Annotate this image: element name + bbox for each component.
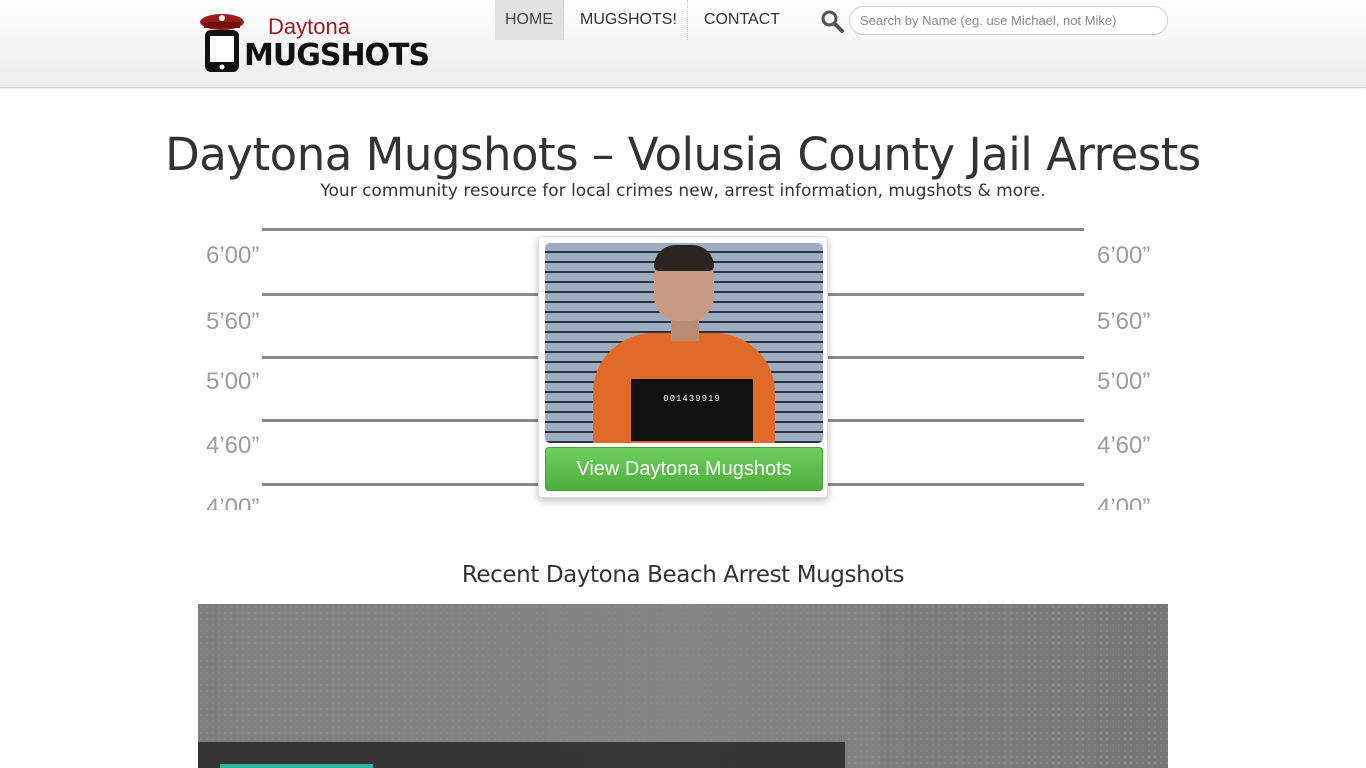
height-label: 5’00” [1097,368,1151,395]
site-logo[interactable]: Daytona MUGSHOTS [198,8,430,74]
photo-neck [671,319,699,341]
mugshot-photo: 001439919 [545,243,823,443]
height-label: 4’00” [206,494,260,510]
police-cap-phone-icon [200,14,244,72]
photo-hair [654,245,714,271]
height-label: 6’00” [1097,242,1151,269]
booking-number: 001439919 [663,394,721,404]
height-line [262,228,1084,231]
nav-home[interactable]: HOME [495,0,564,40]
logo-word-text: MUGSHOTS [244,38,430,73]
nav-contact[interactable]: CONTACT [694,0,790,40]
height-label: 5’60” [206,308,260,335]
height-label: 5’00” [206,368,260,395]
slider-caption-bar [198,742,845,768]
page-title: Daytona Mugshots – Volusia County Jail A… [165,128,1201,181]
height-label: 4’60” [206,432,260,459]
booking-board: 001439919 [631,379,753,441]
site-header: Daytona MUGSHOTS HOME MUGSHOTS! CONTACT [0,0,1366,88]
height-label: 4’60” [1097,432,1151,459]
page-subtitle: Your community resource for local crimes… [320,181,1046,201]
slider-category-tag[interactable] [220,764,373,768]
nav-mugshots[interactable]: MUGSHOTS! [570,0,688,40]
search-input[interactable] [849,6,1168,35]
height-label: 5’60” [1097,308,1151,335]
search-icon[interactable] [820,9,844,33]
height-label: 4’00” [1097,494,1151,510]
logo-city-text: Daytona [268,14,350,39]
view-mugshots-button[interactable]: View Daytona Mugshots [545,447,823,491]
main-nav: HOME MUGSHOTS! CONTACT [495,0,796,40]
recent-section-title: Recent Daytona Beach Arrest Mugshots [461,562,905,588]
height-label: 6’00” [206,242,260,269]
recent-mugshots-slider[interactable] [198,604,1168,768]
featured-mugshot-card: 001439919 View Daytona Mugshots [538,236,828,498]
